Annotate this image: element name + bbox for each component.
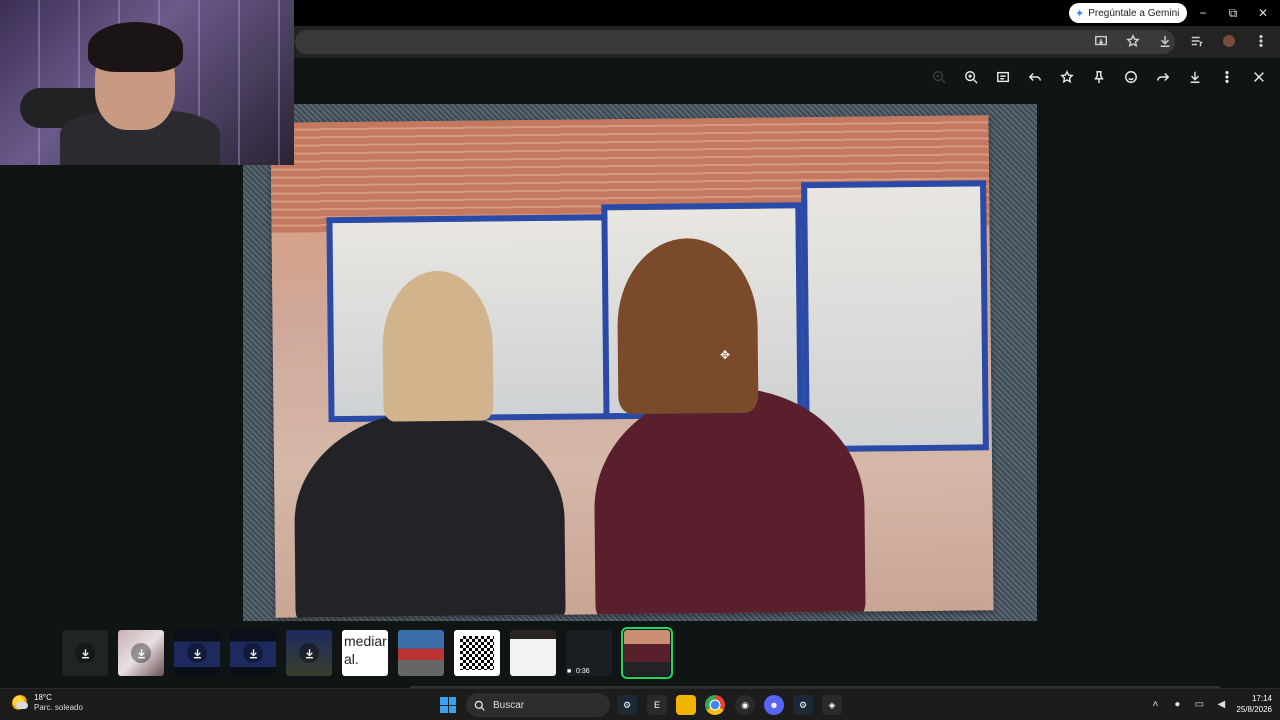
photo-person-right-head — [616, 237, 759, 415]
clock-time: 17:14 — [1251, 694, 1272, 703]
viewer-toolbar — [928, 66, 1270, 88]
thumbnail-9[interactable] — [510, 630, 556, 676]
thumbnail-3[interactable] — [174, 630, 220, 676]
reply-icon[interactable] — [1024, 66, 1046, 88]
downloads-icon[interactable] — [1154, 30, 1176, 52]
minimize-button[interactable]: − — [1188, 3, 1218, 23]
taskbar-search[interactable]: Buscar — [466, 693, 610, 717]
app-icon[interactable]: ◈ — [822, 695, 842, 715]
thumbnail-6[interactable]: mediar al. — [342, 630, 388, 676]
thumbnail-strip: mediar al. ■ 0:36 — [0, 622, 1280, 686]
thumbnail-4[interactable] — [230, 630, 276, 676]
thumbnail-8[interactable] — [454, 630, 500, 676]
weather-widget[interactable]: 18°C Parc. soleado — [12, 693, 83, 713]
screen: ✦ Pregúntale a Gemini − ⧉ ✕ ✥ mediar al.… — [0, 0, 1280, 720]
chevron-up-icon[interactable]: ˄ — [1148, 697, 1162, 711]
taskbar: 18°C Parc. soleado Buscar ⚙ E ◉ ☻ ⚙ ◈ ˄ … — [0, 688, 1280, 720]
viewed-photo[interactable] — [270, 115, 994, 618]
thumbnail-text: mediar al. — [342, 630, 388, 676]
thumbnail-7[interactable] — [398, 630, 444, 676]
install-app-icon[interactable] — [1090, 30, 1112, 52]
media-control-icon[interactable] — [1186, 30, 1208, 52]
download-icon — [187, 643, 207, 663]
browser-toolbar-icons — [1090, 30, 1272, 52]
download-icon — [131, 643, 151, 663]
thumbnail-11-selected[interactable] — [621, 627, 673, 679]
caption-icon[interactable] — [992, 66, 1014, 88]
zoom-in-icon[interactable] — [960, 66, 982, 88]
maximize-button[interactable]: ⧉ — [1218, 3, 1248, 23]
gemini-spark-icon: ✦ — [1075, 7, 1085, 20]
move-cursor-icon: ✥ — [720, 348, 731, 362]
webcam-overlay — [0, 0, 294, 165]
thumbnail-1[interactable] — [62, 630, 108, 676]
thumbnail-2[interactable] — [118, 630, 164, 676]
steam-client-icon[interactable]: ⚙ — [793, 695, 813, 715]
download-icon — [75, 643, 95, 663]
discord-icon[interactable]: ☻ — [764, 695, 784, 715]
partly-sunny-icon — [12, 695, 28, 711]
display-icon[interactable]: ▭ — [1192, 697, 1206, 711]
pin-icon[interactable] — [1088, 66, 1110, 88]
photo-person-left-body — [293, 409, 566, 618]
profile-avatar[interactable] — [1218, 30, 1240, 52]
photo-background — [243, 104, 1037, 621]
video-duration: 0:36 — [576, 668, 590, 675]
photo-window-right — [801, 180, 989, 453]
qr-code-icon — [460, 636, 494, 670]
close-icon[interactable] — [1248, 66, 1270, 88]
download-icon — [243, 643, 263, 663]
epic-games-icon[interactable]: E — [647, 695, 667, 715]
forward-icon[interactable] — [1152, 66, 1174, 88]
zoom-out-icon[interactable] — [928, 66, 950, 88]
emoji-icon[interactable] — [1120, 66, 1142, 88]
browser-menu-icon[interactable] — [1250, 30, 1272, 52]
obs-icon[interactable]: ◉ — [735, 695, 755, 715]
steam-icon[interactable]: ⚙ — [617, 695, 637, 715]
close-window-button[interactable]: ✕ — [1248, 3, 1278, 23]
system-tray: ˄ ● ▭ ◀ 17:14 25/8/2026 — [1148, 693, 1272, 715]
thumbnail-10[interactable]: ■ 0:36 — [566, 630, 612, 676]
weather-description: Parc. soleado — [34, 703, 83, 712]
volume-icon[interactable]: ◀ — [1214, 697, 1228, 711]
search-icon — [474, 700, 485, 711]
start-button[interactable] — [440, 697, 456, 713]
download-icon — [299, 643, 319, 663]
taskbar-search-label: Buscar — [493, 699, 525, 711]
thumbnail-5[interactable] — [286, 630, 332, 676]
ask-gemini-label: Pregúntale a Gemini — [1088, 7, 1180, 19]
video-camera-icon: ■ — [567, 668, 572, 675]
star-icon[interactable] — [1056, 66, 1078, 88]
bookmark-star-icon[interactable] — [1122, 30, 1144, 52]
file-explorer-icon[interactable] — [676, 695, 696, 715]
chrome-icon[interactable] — [705, 695, 725, 715]
clock-date: 25/8/2026 — [1236, 705, 1272, 714]
clock[interactable]: 17:14 25/8/2026 — [1236, 693, 1272, 715]
more-icon[interactable] — [1216, 66, 1238, 88]
microphone-icon[interactable]: ● — [1170, 697, 1184, 711]
ask-gemini-button[interactable]: ✦ Pregúntale a Gemini — [1069, 3, 1188, 23]
weather-temperature: 18°C — [34, 693, 52, 702]
download-icon[interactable] — [1184, 66, 1206, 88]
photo-person-left-head — [381, 270, 494, 422]
address-bar[interactable] — [295, 30, 1175, 54]
